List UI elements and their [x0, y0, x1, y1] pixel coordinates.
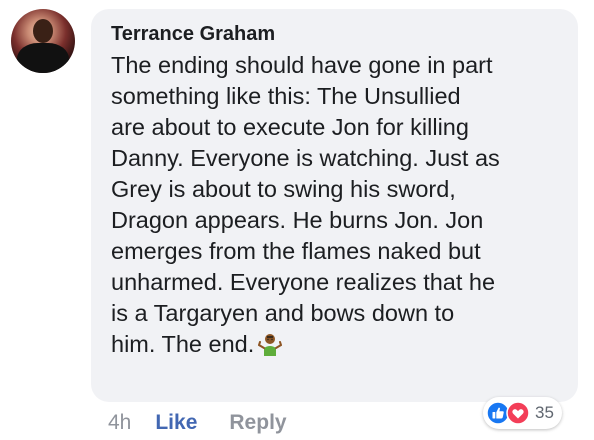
person-shrugging-icon: [258, 334, 283, 356]
reply-button[interactable]: Reply: [229, 411, 286, 435]
comment-actions: 4h Like Reply: [108, 408, 287, 438]
comment-bubble: Terrance Graham The ending should have g…: [91, 9, 578, 402]
like-button[interactable]: Like: [155, 411, 197, 435]
comment-author[interactable]: Terrance Graham: [111, 21, 558, 47]
comment-text: The ending should have gone in part some…: [111, 50, 558, 360]
avatar-shirt: [17, 43, 69, 73]
avatar-face: [33, 19, 53, 43]
comment-timestamp[interactable]: 4h: [108, 411, 131, 435]
reaction-count: 35: [535, 403, 554, 422]
reactions-summary[interactable]: 35: [483, 397, 562, 429]
love-reaction-icon: [506, 401, 530, 425]
avatar[interactable]: [11, 9, 75, 73]
comment-body: The ending should have gone in part some…: [111, 52, 500, 357]
